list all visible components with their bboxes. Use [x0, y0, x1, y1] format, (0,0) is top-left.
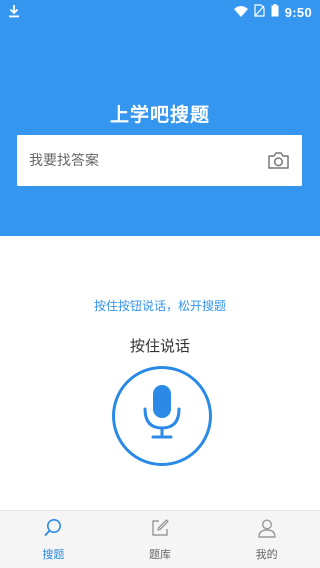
status-bar: 9:50 — [0, 0, 320, 24]
tab-profile[interactable]: 我的 — [213, 511, 320, 568]
user-icon — [257, 518, 277, 542]
tab-label: 题库 — [149, 547, 171, 561]
download-icon — [8, 4, 20, 21]
bottom-tab-bar: 搜题 题库 我的 — [0, 510, 320, 568]
voice-hint: 按住按钮说话，松开搜题 — [93, 299, 226, 313]
wifi-icon — [233, 5, 248, 20]
camera-icon[interactable] — [266, 149, 290, 173]
battery-icon — [271, 4, 279, 20]
tab-label: 搜题 — [42, 547, 65, 561]
edit-icon — [150, 518, 170, 542]
microphone-icon — [140, 383, 184, 449]
voice-title: 按住说话 — [129, 337, 190, 355]
app-title: 上学吧搜题 — [109, 104, 210, 126]
tab-search[interactable]: 搜题 — [0, 511, 107, 568]
no-sim-icon — [254, 4, 265, 20]
tab-label: 我的 — [255, 547, 278, 561]
header-banner: 上学吧搜题 — [0, 24, 320, 236]
status-time: 9:50 — [284, 4, 312, 20]
search-icon — [43, 518, 63, 542]
search-input[interactable] — [29, 152, 266, 169]
voice-search-button[interactable] — [112, 366, 212, 466]
tab-question-bank[interactable]: 题库 — [107, 511, 214, 568]
search-box[interactable] — [17, 135, 302, 186]
